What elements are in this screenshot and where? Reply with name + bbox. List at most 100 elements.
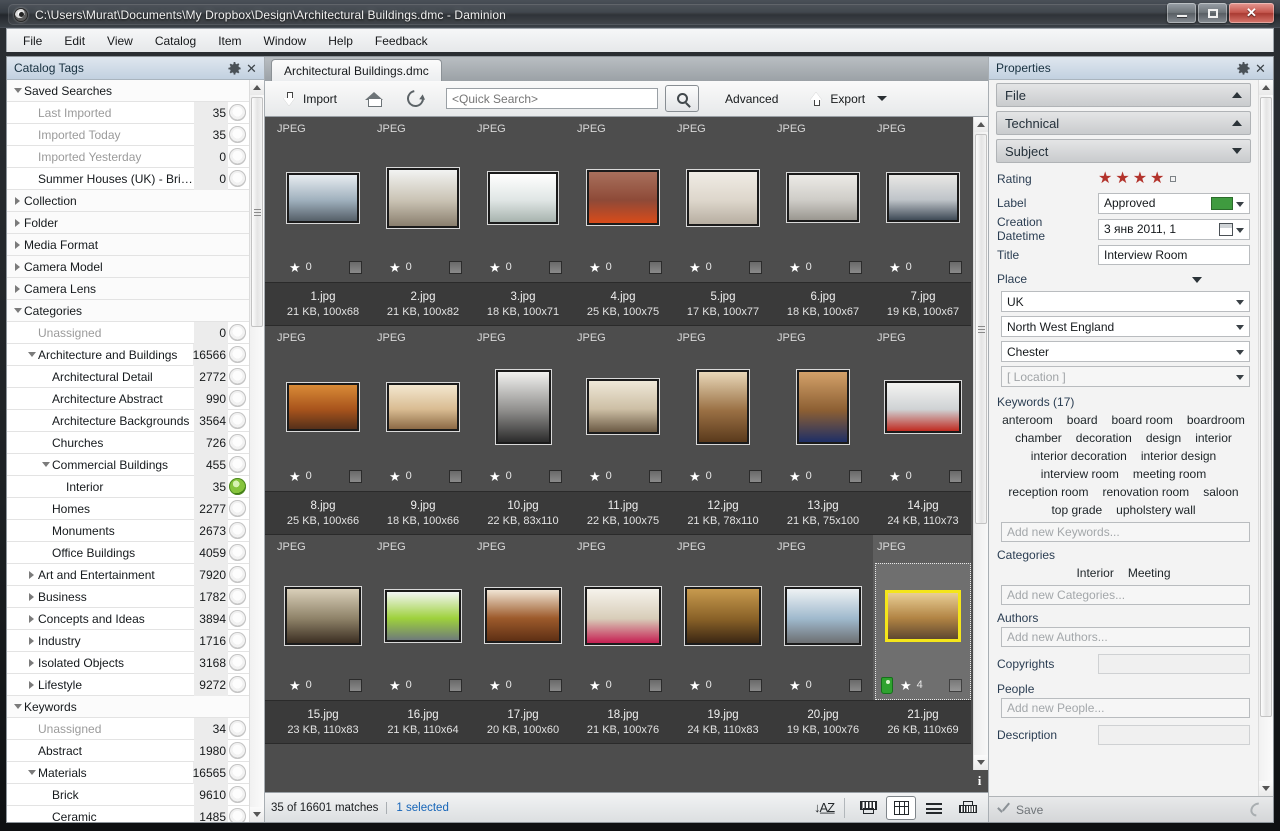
export-button[interactable]: Export xyxy=(800,88,895,110)
tag-toggle-bullet[interactable] xyxy=(229,720,246,737)
place-location-select[interactable]: [ Location ] xyxy=(1001,366,1250,387)
tree-item[interactable]: Isolated Objects3168 xyxy=(7,652,249,674)
keyword-tag[interactable]: interior design xyxy=(1141,449,1216,463)
catalog-tags-scrollbar[interactable] xyxy=(249,80,264,822)
tree-item[interactable]: Media Format xyxy=(7,234,249,256)
keyword-tag[interactable]: interior xyxy=(1195,431,1232,445)
thumbnail-cell[interactable]: JPEG★0 xyxy=(473,117,573,282)
thumbnail-cell[interactable]: JPEG★0 xyxy=(573,535,673,700)
close-button[interactable]: ✕ xyxy=(1229,3,1274,23)
tree-item[interactable]: Abstract1980 xyxy=(7,740,249,762)
thumbnail-cell[interactable]: JPEG★0 xyxy=(673,326,773,491)
filmstrip-view-button[interactable] xyxy=(853,796,883,820)
add-authors-input[interactable]: Add new Authors... xyxy=(1001,627,1250,647)
maximize-button[interactable] xyxy=(1198,3,1227,23)
scrollbar-thumb[interactable] xyxy=(251,97,263,327)
home-button[interactable] xyxy=(357,88,391,110)
star-icon[interactable]: ★ xyxy=(289,679,301,692)
keyword-tag[interactable]: design xyxy=(1146,431,1181,445)
thumbnail-cell[interactable]: JPEG★0 xyxy=(773,535,873,700)
checkbox-icon[interactable] xyxy=(649,679,662,692)
thumbnail-cell[interactable]: JPEG★0 xyxy=(573,326,673,491)
undo-icon[interactable] xyxy=(1248,800,1268,820)
chevron-right-icon[interactable] xyxy=(25,615,38,623)
checkbox-icon[interactable] xyxy=(449,261,462,274)
properties-scrollbar[interactable] xyxy=(1258,80,1273,796)
place-city-select[interactable]: Chester xyxy=(1001,341,1250,362)
thumbnail-cell[interactable]: JPEG★0 xyxy=(773,326,873,491)
thumbnail-image[interactable] xyxy=(587,379,659,434)
star-icon[interactable]: ★ xyxy=(689,679,701,692)
thumbnail-image[interactable] xyxy=(697,370,749,444)
scrollbar-thumb[interactable] xyxy=(1260,97,1272,717)
keyword-tag[interactable]: anteroom xyxy=(1002,413,1053,427)
tree-item[interactable]: Summer Houses (UK) - Brick&...0 xyxy=(7,168,249,190)
keyword-tag[interactable]: board xyxy=(1067,413,1098,427)
chevron-right-icon[interactable] xyxy=(11,263,24,271)
label-select[interactable]: Approved xyxy=(1098,193,1250,214)
thumbnail-image[interactable] xyxy=(585,587,661,645)
tag-toggle-bullet[interactable] xyxy=(229,434,246,451)
checkbox-icon[interactable] xyxy=(349,470,362,483)
grid-scroll-up-arrow[interactable] xyxy=(974,117,988,132)
category-tag[interactable]: Meeting xyxy=(1128,566,1171,580)
tree-item[interactable]: Monuments2673 xyxy=(7,520,249,542)
chevron-down-icon[interactable] xyxy=(11,704,24,709)
tag-toggle-bullet[interactable] xyxy=(229,610,246,627)
tree-item[interactable]: Ceramic1485 xyxy=(7,806,249,822)
tree-item[interactable]: Architecture Backgrounds3564 xyxy=(7,410,249,432)
thumbnail-image[interactable] xyxy=(385,590,461,642)
keyword-tag[interactable]: top grade xyxy=(1051,503,1102,517)
chevron-down-icon[interactable] xyxy=(25,352,38,357)
tag-toggle-bullet[interactable] xyxy=(229,456,246,473)
close-panel-icon[interactable]: ✕ xyxy=(243,60,260,77)
thumbnail-image[interactable] xyxy=(797,370,849,444)
tree-item[interactable]: Brick9610 xyxy=(7,784,249,806)
thumbnail-cell[interactable]: JPEG★0 xyxy=(373,535,473,700)
star-icon[interactable]: ★ xyxy=(789,470,801,483)
tree-item[interactable]: Camera Lens xyxy=(7,278,249,300)
chevron-right-icon[interactable] xyxy=(25,659,38,667)
keyword-tag[interactable]: board room xyxy=(1112,413,1173,427)
tree-item[interactable]: Interior35 xyxy=(7,476,249,498)
tag-toggle-bullet[interactable] xyxy=(229,148,246,165)
chevron-right-icon[interactable] xyxy=(25,593,38,601)
star-icon[interactable]: ★ xyxy=(589,470,601,483)
tree-item[interactable]: Art and Entertainment7920 xyxy=(7,564,249,586)
keyword-tag[interactable]: interior decoration xyxy=(1031,449,1127,463)
tab-catalog[interactable]: Architectural Buildings.dmc xyxy=(271,59,442,81)
place-country-select[interactable]: UK xyxy=(1001,291,1250,312)
tree-item[interactable]: Lifestyle9272 xyxy=(7,674,249,696)
thumbnail-cell[interactable]: JPEG★4 xyxy=(873,535,971,700)
tree-item[interactable]: Materials16565 xyxy=(7,762,249,784)
menu-item-edit[interactable]: Edit xyxy=(54,31,95,51)
thumbnail-cell[interactable]: JPEG★0 xyxy=(773,117,873,282)
star-icon[interactable]: ★ xyxy=(289,470,301,483)
grid-scrollbar-thumb[interactable] xyxy=(975,134,987,524)
tree-item[interactable]: Architectural Detail2772 xyxy=(7,366,249,388)
checkbox-icon[interactable] xyxy=(649,261,662,274)
star-icon-filled[interactable]: ★ xyxy=(1115,171,1129,187)
menu-item-catalog[interactable]: Catalog xyxy=(145,31,206,51)
minimize-button[interactable] xyxy=(1167,3,1196,23)
menu-item-window[interactable]: Window xyxy=(254,31,317,51)
thumbnail-image[interactable] xyxy=(287,173,359,223)
checkbox-icon[interactable] xyxy=(749,470,762,483)
tag-toggle-bullet[interactable] xyxy=(229,786,246,803)
chevron-down-icon[interactable] xyxy=(11,308,24,313)
tag-toggle-bullet[interactable] xyxy=(229,676,246,693)
scroll-up-arrow[interactable] xyxy=(250,80,264,95)
thumbnail-image[interactable] xyxy=(387,383,459,431)
category-tag[interactable]: Interior xyxy=(1076,566,1113,580)
grid-scrollbar[interactable]: i xyxy=(973,117,988,792)
keyword-tag[interactable]: meeting room xyxy=(1133,467,1206,481)
chevron-down-icon[interactable] xyxy=(11,88,24,93)
print-view-button[interactable] xyxy=(952,796,982,820)
checkbox-icon[interactable] xyxy=(849,679,862,692)
close-panel-icon[interactable]: ✕ xyxy=(1252,60,1269,77)
tree-item[interactable]: Folder xyxy=(7,212,249,234)
star-icon[interactable]: ★ xyxy=(889,470,901,483)
checkbox-icon[interactable] xyxy=(749,679,762,692)
tree-item[interactable]: Collection xyxy=(7,190,249,212)
rating-clear-box[interactable] xyxy=(1170,176,1176,182)
